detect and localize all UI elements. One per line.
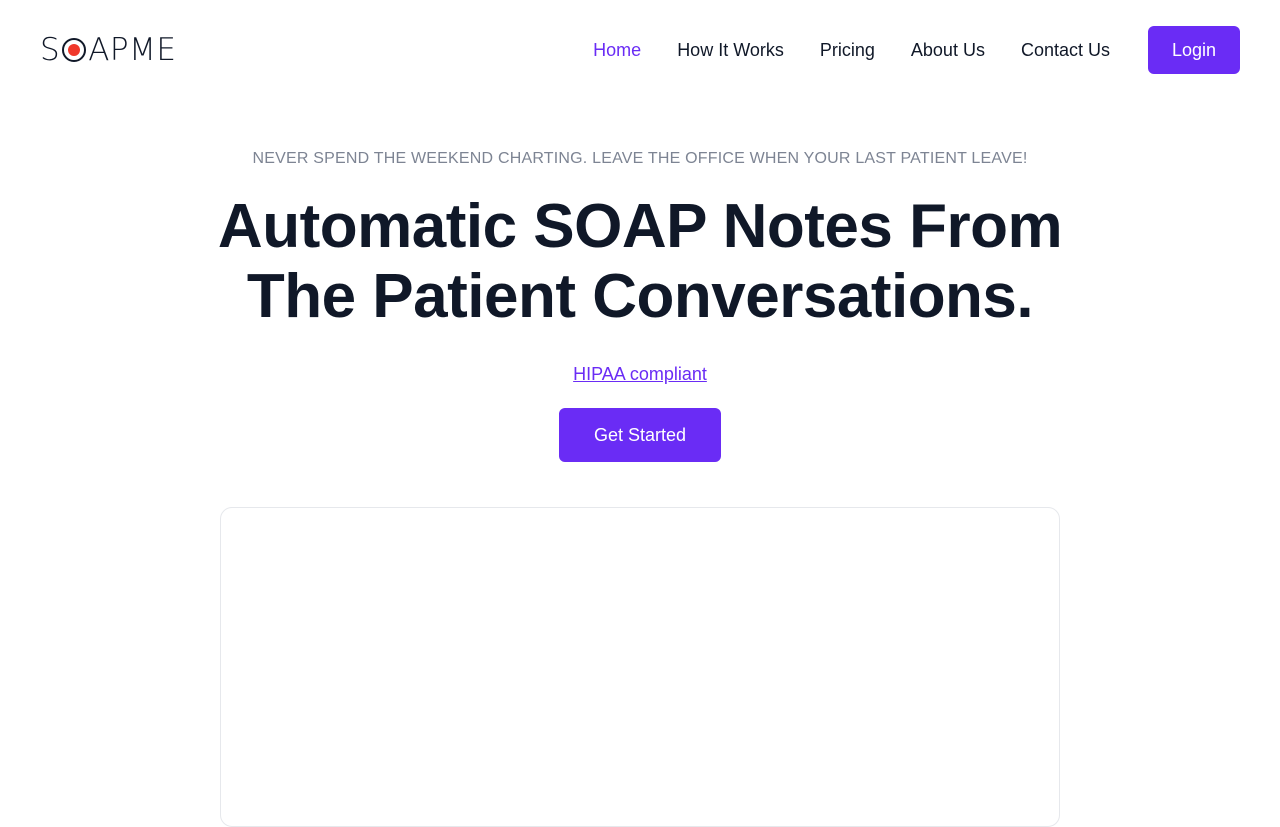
logo: S APME bbox=[40, 32, 176, 68]
nav-contact-us[interactable]: Contact Us bbox=[1021, 26, 1110, 74]
logo-dot bbox=[68, 44, 81, 56]
main-nav: Home How It Works Pricing About Us Conta… bbox=[593, 26, 1240, 74]
product-preview-card bbox=[220, 507, 1060, 827]
record-dot-icon bbox=[62, 38, 87, 62]
nav-how-it-works[interactable]: How It Works bbox=[677, 26, 784, 74]
nav-pricing[interactable]: Pricing bbox=[820, 26, 875, 74]
login-button[interactable]: Login bbox=[1148, 26, 1240, 74]
nav-about-us[interactable]: About Us bbox=[911, 26, 985, 74]
logo-suffix: APME bbox=[88, 32, 177, 68]
logo-link[interactable]: S APME bbox=[40, 32, 176, 68]
hero-eyebrow: NEVER SPEND THE WEEKEND CHARTING. LEAVE … bbox=[252, 150, 1028, 167]
site-header: S APME Home How It Works Pricing About U… bbox=[0, 0, 1280, 100]
hero-headline: Automatic SOAP Notes From The Patient Co… bbox=[217, 192, 1063, 331]
nav-home[interactable]: Home bbox=[593, 26, 641, 74]
logo-prefix: S bbox=[40, 32, 61, 68]
hero-section: NEVER SPEND THE WEEKEND CHARTING. LEAVE … bbox=[0, 140, 1280, 462]
hipaa-compliant-link[interactable]: HIPAA compliant bbox=[573, 362, 707, 386]
cta-wrapper: Get Started bbox=[0, 408, 1280, 462]
get-started-button[interactable]: Get Started bbox=[559, 408, 721, 462]
